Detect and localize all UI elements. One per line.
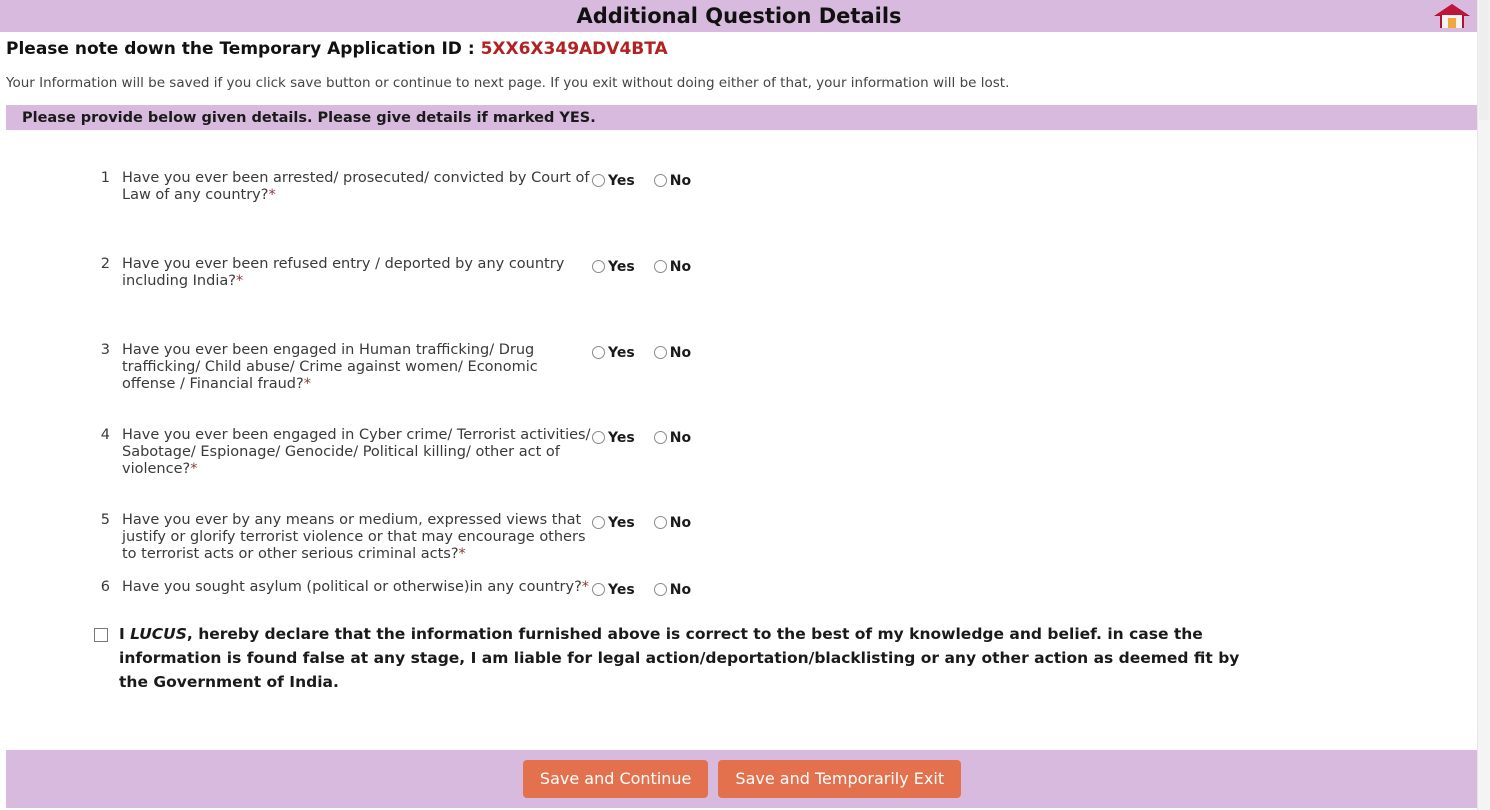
radio-yes[interactable]: Yes: [592, 173, 635, 189]
question-row: 4 Have you ever been engaged in Cyber cr…: [0, 425, 1478, 478]
radio-no[interactable]: No: [653, 172, 692, 189]
question-row: 1 Have you ever been arrested/ prosecute…: [0, 168, 1478, 204]
question-text: Have you ever been refused entry / depor…: [122, 254, 592, 290]
page-root: Additional Question Details Please note …: [0, 0, 1490, 810]
declaration-checkbox[interactable]: [94, 628, 108, 642]
question-number: 2: [100, 256, 110, 272]
question-text-body: Have you sought asylum (political or oth…: [122, 579, 582, 595]
question-number: 3: [100, 342, 110, 358]
question-number: 5: [100, 512, 110, 528]
radio-no[interactable]: No: [653, 514, 692, 531]
question-text-body: Have you ever by any means or medium, ex…: [122, 512, 586, 562]
temporary-application-id: Please note down the Temporary Applicati…: [0, 32, 1478, 59]
question-options: Yes No: [592, 425, 705, 448]
save-and-continue-button[interactable]: Save and Continue: [522, 760, 709, 798]
question-options: Yes No: [592, 340, 705, 363]
question-text-body: Have you ever been engaged in Human traf…: [122, 342, 538, 392]
radio-yes-dot[interactable]: [592, 516, 605, 529]
radio-yes[interactable]: Yes: [592, 259, 635, 275]
required-asterisk: *: [268, 187, 276, 203]
radio-yes-label: Yes: [608, 429, 635, 446]
radio-no-dot[interactable]: [653, 346, 667, 359]
radio-no-label: No: [669, 429, 692, 446]
radio-no-dot[interactable]: [653, 260, 667, 273]
required-asterisk: *: [458, 546, 466, 562]
radio-no-dot[interactable]: [653, 583, 667, 596]
required-asterisk: *: [581, 579, 590, 595]
question-text: Have you ever been engaged in Cyber crim…: [122, 425, 592, 478]
radio-yes-label: Yes: [608, 581, 635, 598]
scrollbar-thumb[interactable]: [1479, 0, 1489, 120]
question-text: Have you ever been engaged in Human traf…: [122, 340, 592, 393]
save-and-temporarily-exit-button[interactable]: Save and Temporarily Exit: [718, 760, 962, 798]
question-number: 6: [100, 579, 110, 595]
home-icon[interactable]: [1432, 1, 1472, 31]
radio-no[interactable]: No: [653, 429, 692, 446]
instruction-band: Please provide below given details. Plea…: [6, 105, 1478, 130]
declaration-text: I LUCUS, hereby declare that the informa…: [119, 622, 1268, 694]
footer-actions: Save and Continue Save and Temporarily E…: [6, 750, 1478, 808]
question-row: 2 Have you ever been refused entry / dep…: [0, 254, 1478, 290]
temporary-application-id-label: Please note down the Temporary Applicati…: [6, 39, 481, 59]
radio-yes[interactable]: Yes: [592, 582, 635, 598]
radio-yes-label: Yes: [608, 172, 635, 189]
page-content: Additional Question Details Please note …: [0, 0, 1478, 810]
declaration-body: , hereby declare that the information fu…: [119, 625, 1240, 691]
radio-no-label: No: [669, 514, 692, 531]
instruction-band-text: Please provide below given details. Plea…: [22, 109, 596, 126]
radio-yes-label: Yes: [608, 514, 635, 531]
radio-yes[interactable]: Yes: [592, 515, 635, 531]
radio-no[interactable]: No: [653, 344, 692, 361]
question-text-body: Have you ever been refused entry / depor…: [122, 256, 565, 289]
question-row: 3 Have you ever been engaged in Human tr…: [0, 340, 1478, 393]
question-row: 6 Have you sought asylum (political or o…: [0, 577, 1478, 600]
radio-yes-dot[interactable]: [592, 431, 605, 444]
question-text-body: Have you ever been arrested/ prosecuted/…: [122, 170, 590, 203]
radio-no-label: No: [669, 344, 692, 361]
declaration-applicant-name: LUCUS: [130, 625, 187, 643]
required-asterisk: *: [190, 461, 198, 477]
radio-yes-label: Yes: [608, 258, 635, 275]
declaration-prefix: I: [119, 625, 131, 643]
question-text: Have you sought asylum (political or oth…: [122, 577, 592, 596]
radio-no-label: No: [669, 581, 692, 598]
radio-yes-dot[interactable]: [592, 583, 605, 596]
radio-no-dot[interactable]: [653, 174, 667, 187]
radio-yes-dot[interactable]: [592, 174, 605, 187]
question-number: 1: [100, 170, 110, 186]
question-options: Yes No: [592, 168, 705, 191]
question-text: Have you ever been arrested/ prosecuted/…: [122, 168, 592, 204]
question-options: Yes No: [592, 510, 705, 533]
questions-list: 1 Have you ever been arrested/ prosecute…: [0, 168, 1478, 600]
question-text: Have you ever by any means or medium, ex…: [122, 510, 592, 563]
radio-no[interactable]: No: [653, 258, 692, 275]
radio-yes-dot[interactable]: [592, 260, 605, 273]
radio-no-label: No: [669, 172, 692, 189]
temporary-application-id-value: 5XX6X349ADV4BTA: [480, 39, 668, 59]
radio-no-label: No: [669, 258, 692, 275]
radio-no-dot[interactable]: [653, 431, 667, 444]
declaration-block: I LUCUS, hereby declare that the informa…: [0, 622, 1478, 694]
radio-yes[interactable]: Yes: [592, 345, 635, 361]
radio-no-dot[interactable]: [653, 516, 667, 529]
vertical-scrollbar[interactable]: [1477, 0, 1490, 810]
save-note-text: Your Information will be saved if you cl…: [6, 75, 1010, 91]
question-options: Yes No: [592, 254, 705, 277]
radio-no[interactable]: No: [653, 581, 692, 598]
required-asterisk: *: [235, 273, 244, 289]
radio-yes[interactable]: Yes: [592, 430, 635, 446]
radio-yes-label: Yes: [608, 344, 635, 361]
page-header: Additional Question Details: [0, 0, 1478, 32]
required-asterisk: *: [303, 376, 311, 392]
question-options: Yes No: [592, 577, 705, 600]
radio-yes-dot[interactable]: [592, 346, 605, 359]
question-number: 4: [100, 427, 110, 443]
question-row: 5 Have you ever by any means or medium, …: [0, 510, 1478, 563]
page-title: Additional Question Details: [576, 4, 902, 28]
